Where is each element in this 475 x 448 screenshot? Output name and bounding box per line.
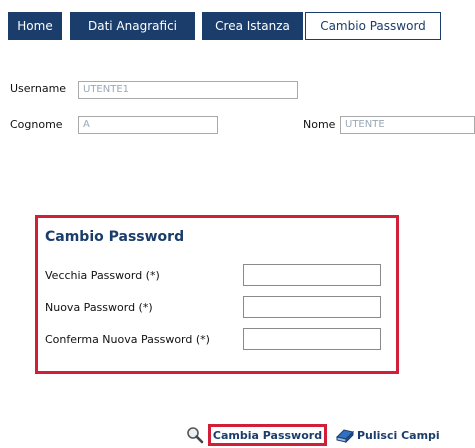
clear-fields-button[interactable]: Pulisci Campi — [357, 424, 440, 446]
tab-dati-anagrafici-label: Dati Anagrafici — [87, 19, 177, 33]
new-password-input[interactable] — [243, 296, 381, 318]
magnifier-icon[interactable] — [186, 426, 204, 448]
old-password-label: Vecchia Password (*) — [45, 269, 160, 282]
clear-fields-button-label: Pulisci Campi — [357, 428, 440, 442]
username-field[interactable]: UTENTE1 — [78, 81, 298, 99]
tab-dati-anagrafici[interactable]: Dati Anagrafici — [70, 12, 195, 40]
eraser-icon[interactable] — [335, 427, 355, 447]
confirm-password-input[interactable] — [243, 328, 381, 350]
nome-field[interactable]: UTENTE — [340, 116, 475, 134]
change-password-panel: Cambio Password Vecchia Password (*) Nuo… — [35, 215, 399, 374]
panel-title: Cambio Password — [45, 229, 185, 245]
old-password-input[interactable] — [243, 264, 381, 286]
tab-crea-istanza[interactable]: Crea Istanza — [202, 12, 303, 40]
tab-cambio-password[interactable]: Cambio Password — [305, 12, 441, 40]
cognome-label: Cognome — [10, 118, 63, 131]
username-label: Username — [10, 82, 67, 95]
tab-crea-istanza-label: Crea Istanza — [215, 19, 290, 33]
new-password-label: Nuova Password (*) — [45, 301, 153, 314]
action-bar: Cambia Password Pulisci Campi — [0, 424, 475, 446]
tab-home-label: Home — [17, 19, 53, 33]
change-password-button[interactable]: Cambia Password — [208, 424, 327, 446]
tab-home[interactable]: Home — [8, 12, 62, 40]
tab-cambio-password-label: Cambio Password — [320, 19, 426, 33]
cognome-field[interactable]: A — [78, 116, 218, 134]
confirm-password-label: Conferma Nuova Password (*) — [45, 333, 210, 346]
change-password-button-label: Cambia Password — [212, 428, 323, 442]
nome-label: Nome — [303, 118, 336, 131]
